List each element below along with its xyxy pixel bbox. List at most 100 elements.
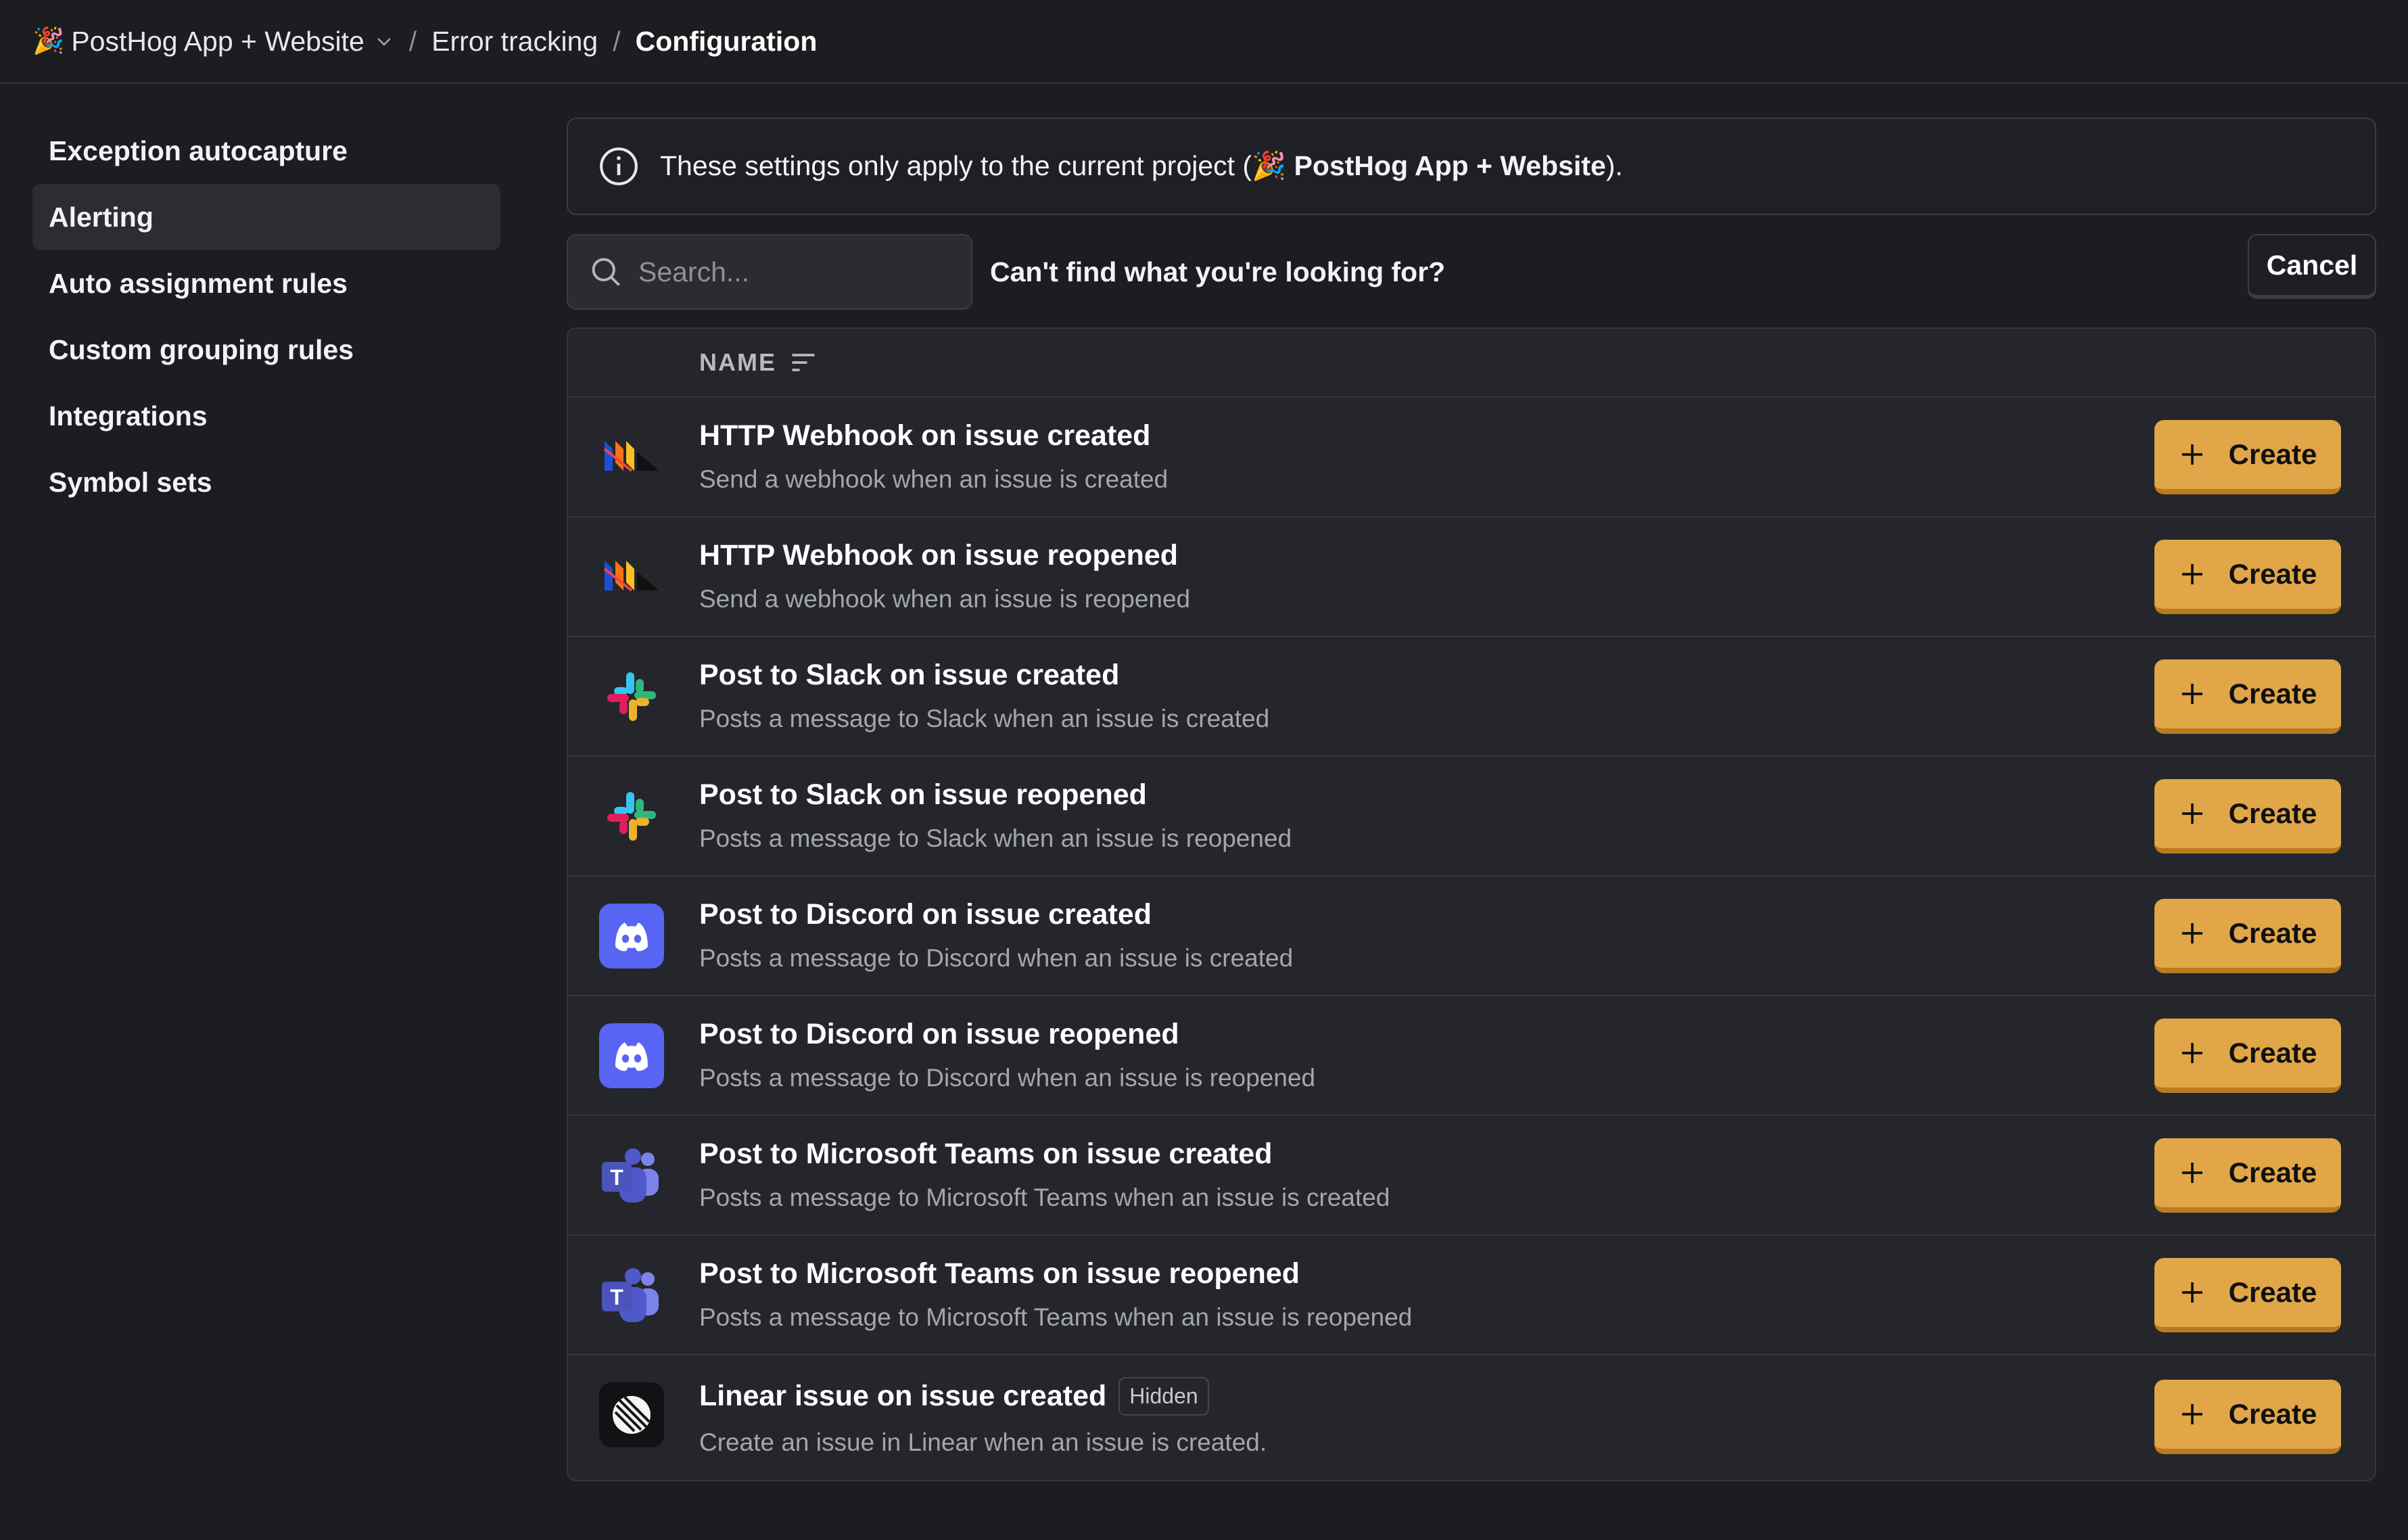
teams-icon: T (599, 1263, 664, 1328)
sidebar-item-auto-assignment-rules[interactable]: Auto assignment rules (32, 250, 500, 317)
slack-icon (599, 664, 664, 729)
create-label: Create (2228, 797, 2317, 829)
row-description: Posts a message to Microsoft Teams when … (699, 1184, 1390, 1211)
plus-icon (2181, 923, 2202, 943)
svg-text:T: T (610, 1165, 623, 1190)
table-row: T Post to Microsoft Teams on issue reope… (568, 1236, 2375, 1355)
row-title: HTTP Webhook on issue reopened (699, 539, 1179, 571)
info-icon (600, 147, 638, 185)
create-button[interactable]: Create (2154, 659, 2341, 734)
project-notice: These settings only apply to the current… (567, 118, 2376, 215)
plus-icon (2181, 803, 2202, 824)
plus-icon (2181, 1043, 2202, 1063)
create-label: Create (2228, 558, 2317, 590)
column-header-name[interactable]: NAME (699, 348, 776, 377)
chevron-down-icon[interactable] (374, 31, 394, 51)
table-row: Linear issue on issue created Hidden Cre… (568, 1355, 2375, 1480)
breadcrumb-separator: / (613, 25, 621, 57)
create-label: Create (2228, 1157, 2317, 1188)
breadcrumb: 🎉 PostHog App + Website / Error tracking… (32, 26, 817, 57)
row-title-text: Linear issue on issue created (699, 1380, 1107, 1412)
svg-text:T: T (610, 1285, 623, 1309)
plus-icon (2181, 444, 2202, 465)
breadcrumb-error-tracking[interactable]: Error tracking (431, 26, 598, 57)
row-title: Post to Slack on issue reopened (699, 778, 1147, 811)
row-description: Create an issue in Linear when an issue … (699, 1428, 1267, 1456)
create-button[interactable]: Create (2154, 1138, 2341, 1213)
create-button[interactable]: Create (2154, 420, 2341, 494)
row-description: Posts a message to Discord when an issue… (699, 944, 1294, 972)
create-button[interactable]: Create (2154, 540, 2341, 614)
table-row: Post to Discord on issue reopened Posts … (568, 996, 2375, 1116)
webhook-icon (599, 544, 664, 609)
party-emoji-icon: 🎉 (1252, 150, 1287, 181)
row-title: Post to Microsoft Teams on issue reopene… (699, 1257, 1300, 1290)
row-description: Send a webhook when an issue is reopened (699, 585, 1191, 613)
plus-icon (2181, 1282, 2202, 1303)
sort-icon[interactable] (788, 348, 818, 377)
party-emoji-icon: 🎉 (32, 27, 65, 55)
plus-icon (2181, 1163, 2202, 1183)
create-button[interactable]: Create (2154, 1380, 2341, 1454)
row-title: Post to Discord on issue reopened (699, 1018, 1179, 1050)
teams-icon: T (599, 1143, 664, 1208)
create-button[interactable]: Create (2154, 899, 2341, 973)
settings-sidebar: Exception autocapture Alerting Auto assi… (32, 118, 500, 515)
discord-icon (599, 904, 664, 969)
notice-prefix: These settings only apply to the current… (660, 150, 1252, 181)
plus-icon (2181, 564, 2202, 584)
toolbar: Search... Can't find what you're looking… (567, 233, 2376, 311)
row-description: Posts a message to Microsoft Teams when … (699, 1303, 1413, 1331)
table-row: T Post to Microsoft Teams on issue creat… (568, 1116, 2375, 1236)
notice-suffix: ). (1605, 150, 1623, 181)
top-bar: 🎉 PostHog App + Website / Error tracking… (0, 0, 2408, 84)
row-description: Posts a message to Discord when an issue… (699, 1064, 1316, 1092)
slack-icon (599, 784, 664, 849)
row-title: Post to Slack on issue created (699, 659, 1120, 691)
create-button[interactable]: Create (2154, 779, 2341, 854)
search-placeholder: Search... (638, 256, 750, 287)
create-label: Create (2228, 1037, 2317, 1069)
search-icon (592, 258, 620, 286)
create-button[interactable]: Create (2154, 1019, 2341, 1093)
plus-icon (2181, 684, 2202, 704)
row-description: Send a webhook when an issue is created (699, 465, 1168, 493)
row-title: Post to Discord on issue created (699, 898, 1152, 931)
row-title: Linear issue on issue created Hidden (699, 1377, 1209, 1416)
create-label: Create (2228, 1276, 2317, 1308)
linear-icon (599, 1382, 664, 1447)
row-description: Posts a message to Slack when an issue i… (699, 824, 1292, 852)
hidden-badge: Hidden (1118, 1377, 1209, 1416)
breadcrumb-separator: / (408, 25, 417, 57)
row-title: HTTP Webhook on issue created (699, 419, 1151, 452)
table-row: HTTP Webhook on issue reopened Send a we… (568, 517, 2375, 637)
sidebar-item-symbol-sets[interactable]: Symbol sets (32, 449, 500, 515)
destinations-table: NAME HTTP Webhook on issue created Send … (567, 327, 2376, 1481)
table-row: HTTP Webhook on issue created Send a web… (568, 398, 2375, 517)
search-input[interactable]: Search... (567, 234, 972, 310)
row-title: Post to Microsoft Teams on issue created (699, 1138, 1273, 1170)
plus-icon (2181, 1404, 2202, 1424)
main-content: These settings only apply to the current… (567, 118, 2376, 1481)
create-label: Create (2228, 438, 2317, 470)
sidebar-item-custom-grouping-rules[interactable]: Custom grouping rules (32, 317, 500, 383)
row-description: Posts a message to Slack when an issue i… (699, 705, 1270, 732)
table-row: Post to Slack on issue created Posts a m… (568, 637, 2375, 757)
table-row: Post to Discord on issue created Posts a… (568, 877, 2375, 996)
sidebar-item-alerting[interactable]: Alerting (32, 184, 500, 250)
sidebar-item-integrations[interactable]: Integrations (32, 383, 500, 449)
cancel-button[interactable]: Cancel (2248, 234, 2376, 299)
help-text: Can't find what you're looking for? (990, 256, 1446, 287)
sidebar-item-exception-autocapture[interactable]: Exception autocapture (32, 118, 500, 184)
create-label: Create (2228, 917, 2317, 949)
create-label: Create (2228, 678, 2317, 709)
create-button[interactable]: Create (2154, 1258, 2341, 1332)
webhook-icon (599, 425, 664, 490)
breadcrumb-project[interactable]: PostHog App + Website (71, 26, 364, 57)
table-row: Post to Slack on issue reopened Posts a … (568, 757, 2375, 877)
table-header: NAME (568, 329, 2375, 398)
notice-project: PostHog App + Website (1286, 150, 1606, 181)
discord-icon (599, 1023, 664, 1088)
page-title: Configuration (635, 25, 818, 57)
create-label: Create (2228, 1398, 2317, 1430)
